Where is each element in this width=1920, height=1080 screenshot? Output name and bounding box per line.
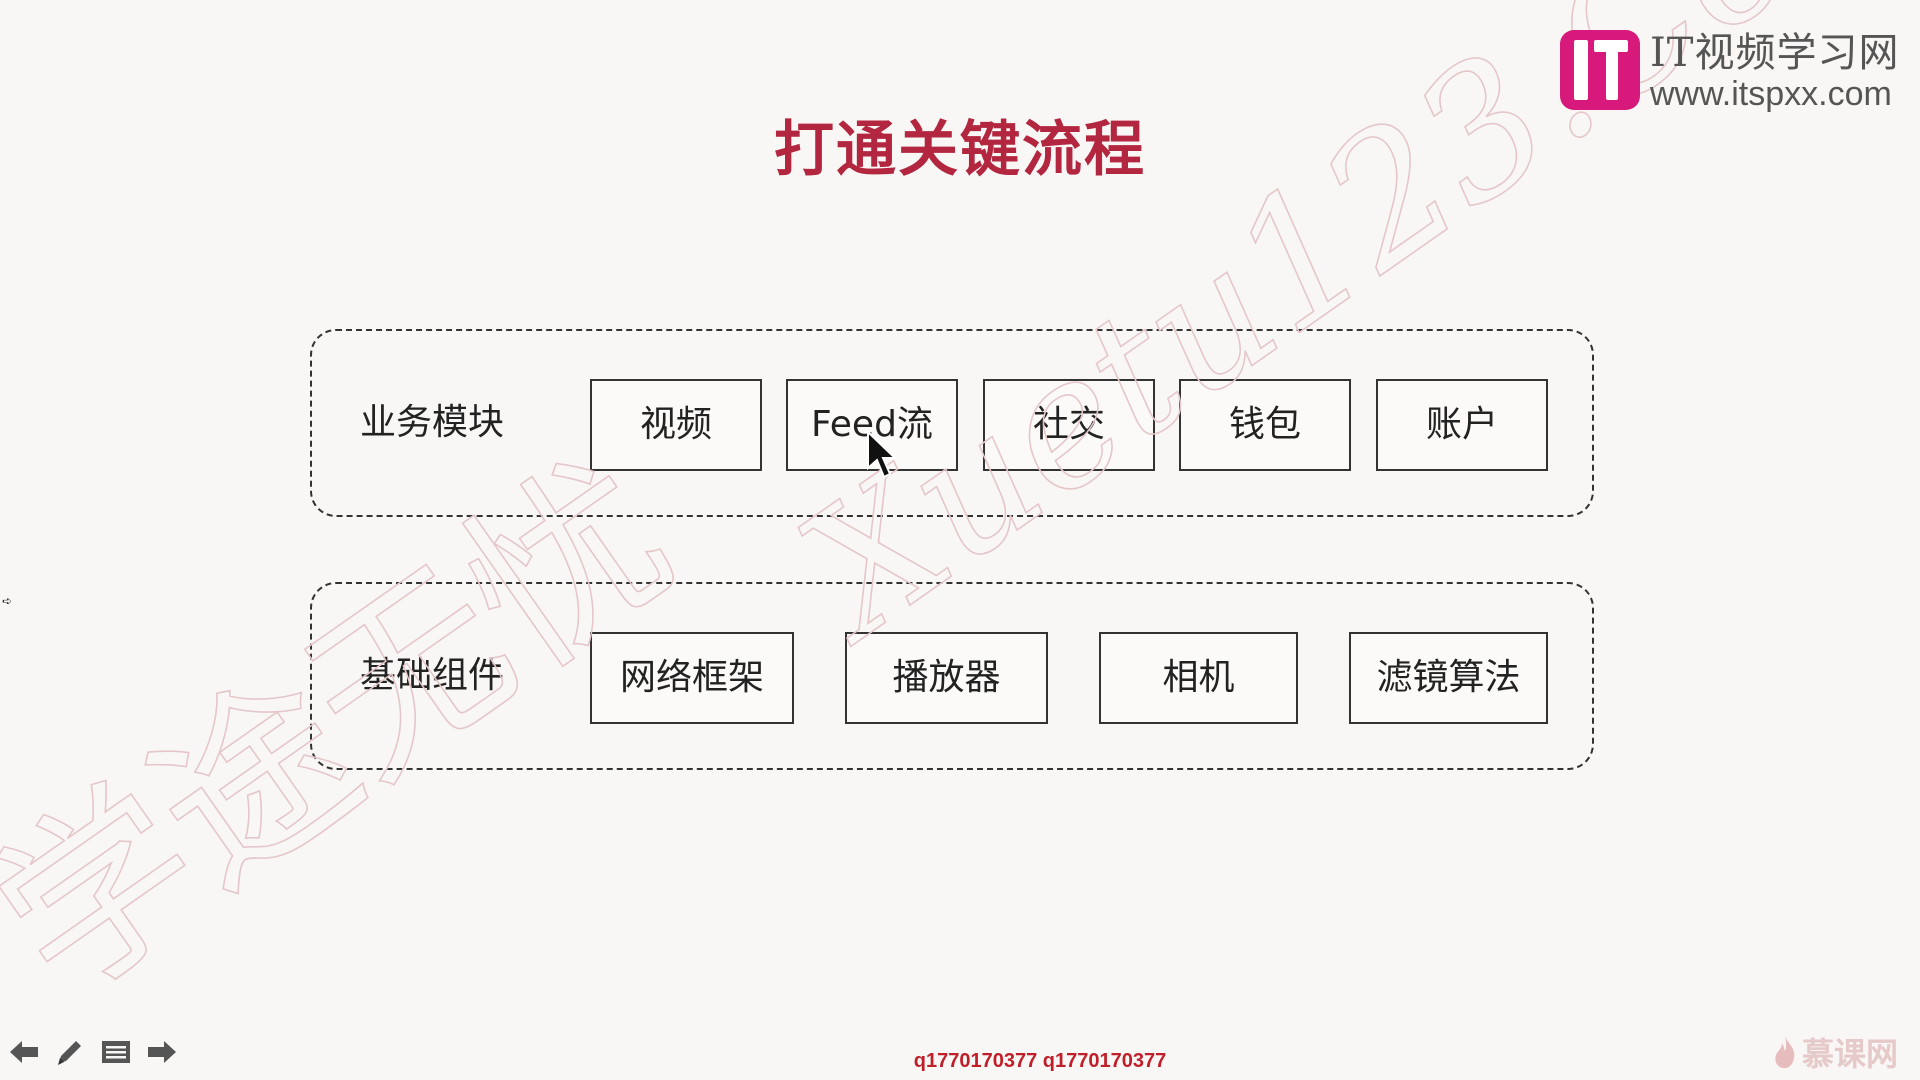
component-box[interactable]: 滤镜算法 xyxy=(1349,632,1548,724)
edge-marker-icon: ➪ xyxy=(2,594,13,608)
arrow-left-icon[interactable] xyxy=(8,1036,40,1068)
group-label: 业务模块 xyxy=(360,402,505,443)
site-logo: IT视频学习网 www.itspxx.com xyxy=(1560,30,1910,115)
component-box[interactable]: 相机 xyxy=(1099,632,1298,724)
footer-id-label: q1770170377 q1770170377 xyxy=(913,1050,1167,1072)
footer-id-text: q1770170377 q1770170377 xyxy=(0,1050,1920,1073)
logo-url: www.itspxx.com xyxy=(1650,75,1892,113)
pen-icon[interactable] xyxy=(54,1036,86,1068)
logo-name: IT视频学习网 xyxy=(1650,30,1900,76)
group-label: 基础组件 xyxy=(360,655,505,696)
base-components-group: 基础组件 网络框架 播放器 相机 滤镜算法 xyxy=(310,582,1594,770)
brand-text: 慕课网 xyxy=(1802,1035,1899,1073)
module-box[interactable]: 社交 xyxy=(983,379,1155,471)
module-box[interactable]: 账户 xyxy=(1376,379,1548,471)
module-box[interactable]: 钱包 xyxy=(1179,379,1351,471)
arrow-right-icon[interactable] xyxy=(146,1036,178,1068)
menu-icon[interactable] xyxy=(100,1036,132,1068)
logo-mark-icon xyxy=(1560,30,1640,110)
mouse-cursor-icon xyxy=(867,430,898,479)
module-box[interactable]: 视频 xyxy=(590,379,762,471)
component-box[interactable]: 播放器 xyxy=(845,632,1048,724)
slide: IT视频学习网 www.itspxx.com 打通关键流程 业务模块 视频 Fe… xyxy=(0,0,1920,1080)
slide-title: 打通关键流程 xyxy=(774,115,1146,185)
component-box[interactable]: 网络框架 xyxy=(590,632,794,724)
brand-mark: 慕课网 xyxy=(1772,1032,1899,1073)
flame-icon xyxy=(1775,1036,1795,1069)
slide-toolbar xyxy=(8,1036,178,1076)
business-modules-group: 业务模块 视频 Feed流 社交 钱包 账户 xyxy=(310,329,1594,517)
